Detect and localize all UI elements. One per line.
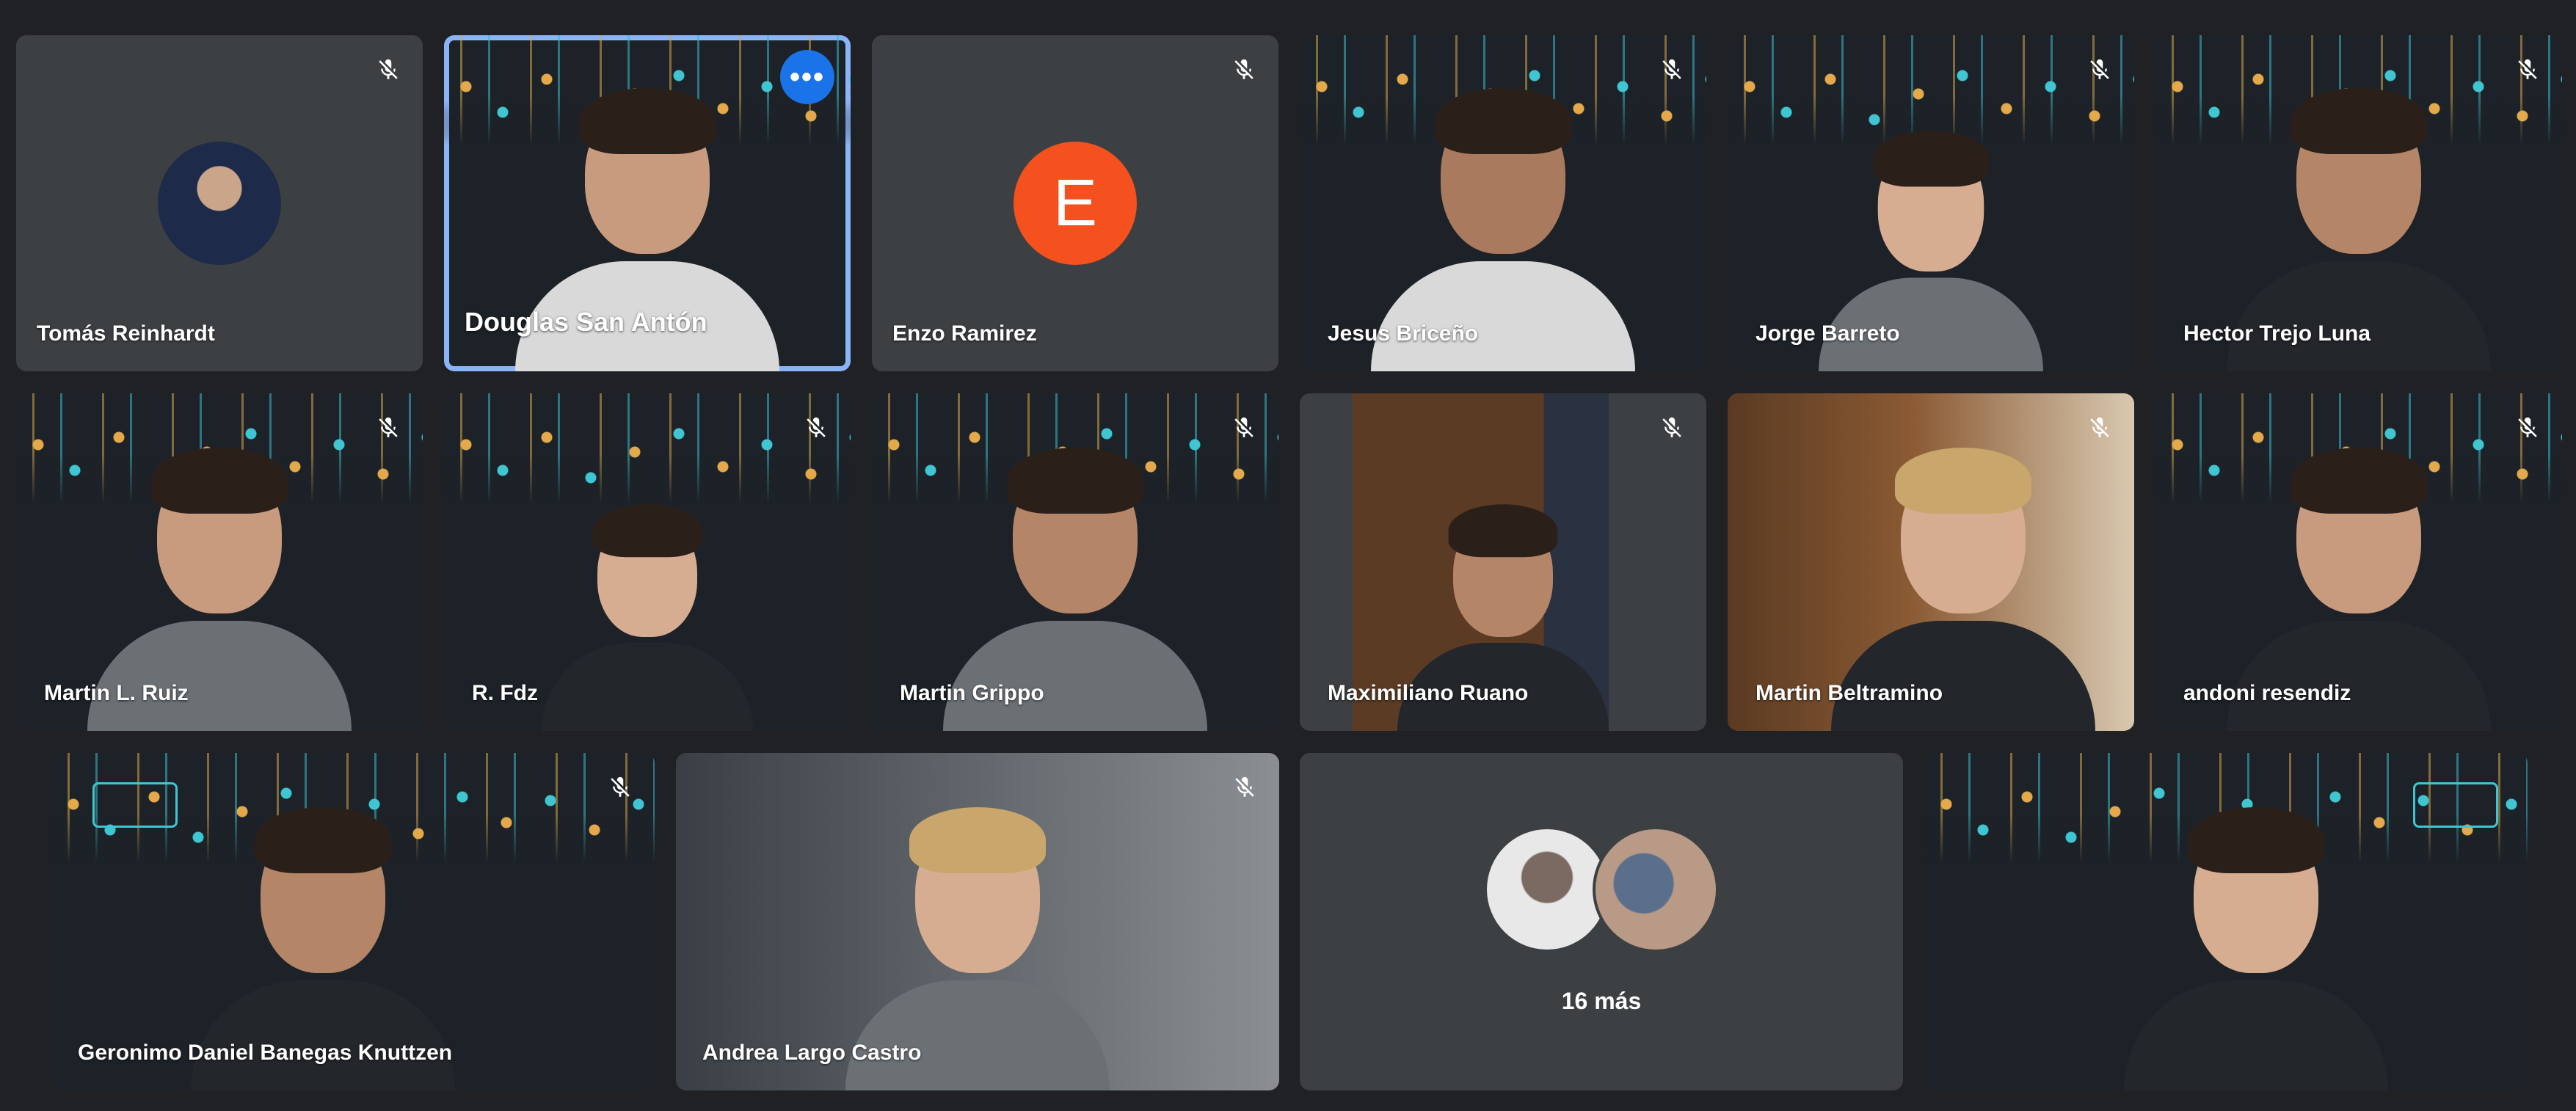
participant-name: Hector Trejo Luna: [2183, 321, 2371, 346]
avatar: E: [1014, 142, 1137, 265]
participant-tile-martin-beltramino[interactable]: Martin Beltramino: [1728, 393, 2134, 731]
mic-off-icon: [368, 50, 408, 90]
participant-name: Enzo Ramirez: [892, 321, 1037, 346]
mic-off-icon: [2508, 50, 2547, 90]
avatar: [1484, 826, 1610, 952]
mic-off-icon: [368, 408, 408, 448]
participant-tile-andrea-largo-castro[interactable]: Andrea Largo Castro: [676, 753, 1279, 1090]
participant-name: Douglas San Antón: [465, 307, 707, 337]
participant-video: [542, 496, 753, 731]
participant-tile-martin-l-ruiz[interactable]: Martin L. Ruiz: [16, 393, 423, 731]
participant-name: Tomás Reinhardt: [37, 321, 215, 346]
participant-name: Maximiliano Ruano: [1328, 681, 1529, 705]
participant-name: Martin L. Ruiz: [44, 681, 189, 705]
participant-tile-jorge-barreto[interactable]: Jorge Barreto: [1728, 35, 2134, 371]
overflow-participants-tile[interactable]: 16 más: [1300, 753, 1903, 1090]
participant-name: Jesus Briceño: [1328, 321, 1479, 346]
participant-video: [2124, 797, 2389, 1090]
mic-off-icon: [2080, 50, 2120, 90]
mic-off-icon: [1652, 408, 1692, 448]
mic-off-icon: [2080, 408, 2120, 448]
mic-off-icon: [2508, 408, 2547, 448]
mic-off-icon: [1225, 768, 1265, 807]
participant-tile-douglas-san-anton[interactable]: ••• Douglas San Antón: [444, 35, 851, 371]
mic-off-icon: [1224, 50, 1264, 90]
participant-tile-jesus-briceno[interactable]: Jesus Briceño: [1300, 35, 1706, 371]
participant-tile-enzo-ramirez[interactable]: E Enzo Ramirez: [872, 35, 1278, 371]
avatar: [158, 142, 281, 265]
participant-tile-andoni-resendiz[interactable]: andoni resendiz: [2155, 393, 2562, 731]
participant-tile-tomas-reinhardt[interactable]: Tomás Reinhardt: [16, 35, 423, 371]
participant-tile-self[interactable]: [1924, 753, 2528, 1090]
participant-name: Martin Beltramino: [1755, 681, 1943, 705]
overflow-avatars: [1484, 826, 1719, 952]
participant-name: andoni resendiz: [2183, 681, 2351, 705]
avatar: [1593, 826, 1719, 952]
participant-name: Geronimo Daniel Banegas Knuttzen: [78, 1041, 453, 1065]
participant-name: Andrea Largo Castro: [702, 1041, 922, 1065]
mic-off-icon: [1224, 408, 1264, 448]
logo-icon: [2413, 782, 2498, 828]
participant-tile-geronimo-daniel-banegas-knuttzen[interactable]: Geronimo Daniel Banegas Knuttzen: [51, 753, 655, 1090]
more-options-icon[interactable]: •••: [780, 50, 834, 104]
participant-name: Martin Grippo: [900, 681, 1044, 705]
participant-tile-hector-trejo-luna[interactable]: Hector Trejo Luna: [2155, 35, 2562, 371]
mic-off-icon: [1652, 50, 1692, 90]
participant-name: Jorge Barreto: [1755, 321, 1900, 346]
participant-name: R. Fdz: [472, 681, 538, 705]
participant-tile-r-fdz[interactable]: R. Fdz: [444, 393, 851, 731]
participant-tile-maximiliano-ruano[interactable]: Maximiliano Ruano: [1300, 393, 1706, 731]
mic-off-icon: [796, 408, 836, 448]
mic-off-icon: [600, 768, 640, 807]
logo-icon: [92, 782, 178, 828]
participant-tile-martin-grippo[interactable]: Martin Grippo: [872, 393, 1278, 731]
overflow-count: 16 más: [1561, 988, 1642, 1014]
